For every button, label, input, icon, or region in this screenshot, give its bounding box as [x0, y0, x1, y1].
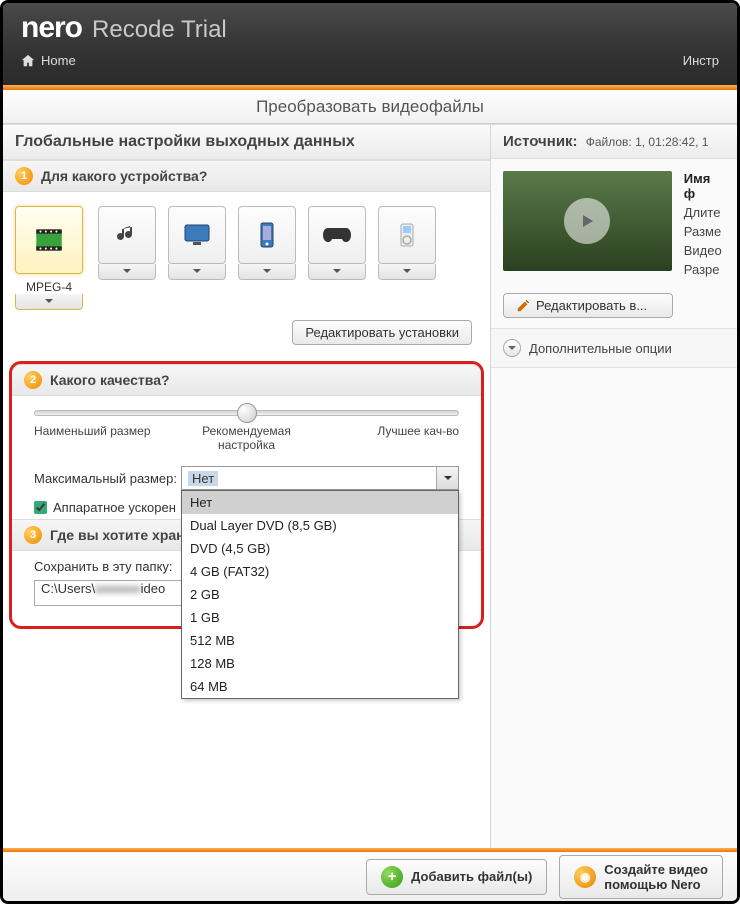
- device-audio[interactable]: [99, 206, 155, 310]
- play-button[interactable]: [564, 198, 610, 244]
- hw-accel-label: Аппаратное ускорен: [53, 500, 176, 515]
- step2-badge: 2: [24, 371, 42, 389]
- edit-video-button[interactable]: Редактировать в...: [503, 293, 673, 318]
- source-meta: Файлов: 1, 01:28:42, 1: [586, 135, 709, 149]
- chevron-down-icon: [193, 269, 201, 274]
- slider-min-label: Наименьший размер: [34, 424, 174, 452]
- chevron-down-icon: [508, 346, 516, 351]
- device-audio-dropdown[interactable]: [98, 264, 156, 280]
- device-tv[interactable]: [169, 206, 225, 310]
- path-redacted: xxxxxxx: [95, 581, 141, 596]
- pencil-icon: [516, 299, 530, 313]
- gamepad-icon[interactable]: [308, 206, 366, 264]
- slider-mid-label: Рекомендуемая настройка: [176, 424, 316, 452]
- video-metadata: Имя ф Длите Разме Видео Разре: [684, 171, 725, 281]
- chevron-down-icon: [263, 269, 271, 274]
- slider-max-label: Лучшее кач-во: [319, 424, 459, 452]
- chevron-down-icon: [444, 476, 452, 481]
- chevron-down-icon: [45, 299, 53, 304]
- phone-icon[interactable]: [238, 206, 296, 264]
- path-suffix: ideo: [141, 581, 166, 596]
- step1-header: 1 Для какого устройства?: [3, 160, 490, 192]
- mp3-player-icon[interactable]: [378, 206, 436, 264]
- music-icon[interactable]: [98, 206, 156, 264]
- step2-header: 2 Какого качества?: [12, 364, 481, 396]
- hw-accel-checkbox[interactable]: [34, 501, 47, 514]
- dropdown-option[interactable]: DVD (4,5 GB): [182, 537, 458, 560]
- device-gamepad[interactable]: [309, 206, 365, 310]
- advanced-options-label: Дополнительные опции: [529, 341, 672, 356]
- device-mp3player[interactable]: [379, 206, 435, 310]
- device-mpeg4[interactable]: MPEG-4: [21, 206, 77, 310]
- step3-badge: 3: [24, 526, 42, 544]
- play-icon: [578, 212, 596, 230]
- video-file-icon[interactable]: [15, 206, 83, 274]
- titlebar: nero Recode Trial Home Инстр: [3, 3, 737, 85]
- step3-title: Где вы хотите хран: [50, 527, 185, 543]
- path-prefix: C:\Users\: [41, 581, 95, 596]
- dropdown-option[interactable]: Dual Layer DVD (8,5 GB): [182, 514, 458, 537]
- create-disc-button[interactable]: ◉ Создайте видео помощью Nero: [559, 855, 723, 899]
- footer-accent: [3, 848, 737, 852]
- device-mp3player-dropdown[interactable]: [378, 264, 436, 280]
- quality-section-highlight: 2 Какого качества? Наименьший размер Рек…: [9, 361, 484, 629]
- page-title: Преобразовать видеофайлы: [3, 90, 737, 124]
- quality-slider-thumb[interactable]: [237, 403, 257, 423]
- disc-icon: ◉: [574, 866, 596, 888]
- meta-video: Видео: [684, 243, 725, 258]
- device-mpeg4-label: MPEG-4: [26, 280, 72, 294]
- max-size-value: Нет: [188, 471, 218, 486]
- max-size-dropdown[interactable]: Нет Dual Layer DVD (8,5 GB) DVD (4,5 GB)…: [181, 490, 459, 699]
- home-button[interactable]: Home: [21, 53, 76, 68]
- source-label: Источник:: [503, 133, 578, 150]
- device-mpeg4-dropdown[interactable]: [15, 294, 83, 310]
- footer-toolbar: + Добавить файл(ы) ◉ Создайте видео помо…: [3, 851, 737, 901]
- global-settings-title: Глобальные настройки выходных данных: [3, 124, 490, 160]
- advanced-options-toggle[interactable]: Дополнительные опции: [491, 328, 737, 368]
- meta-name: Имя ф: [684, 171, 725, 201]
- dropdown-option[interactable]: 512 MB: [182, 629, 458, 652]
- chevron-down-icon: [123, 269, 131, 274]
- meta-res: Разре: [684, 262, 725, 277]
- add-files-button[interactable]: + Добавить файл(ы): [366, 859, 547, 895]
- add-files-label: Добавить файл(ы): [411, 869, 532, 884]
- device-phone[interactable]: [239, 206, 295, 310]
- select-arrow[interactable]: [436, 467, 458, 489]
- brand-logo: nero: [21, 11, 82, 45]
- meta-duration: Длите: [684, 205, 725, 220]
- edit-presets-button[interactable]: Редактировать установки: [292, 320, 472, 345]
- meta-size: Разме: [684, 224, 725, 239]
- create-disc-label: Создайте видео помощью Nero: [604, 862, 708, 892]
- product-name: Recode Trial: [92, 16, 227, 44]
- step1-badge: 1: [15, 167, 33, 185]
- dropdown-option[interactable]: 128 MB: [182, 652, 458, 675]
- device-phone-dropdown[interactable]: [238, 264, 296, 280]
- dropdown-option[interactable]: 64 MB: [182, 675, 458, 698]
- dropdown-option[interactable]: Нет: [182, 491, 458, 514]
- device-gamepad-dropdown[interactable]: [308, 264, 366, 280]
- chevron-down-icon: [333, 269, 341, 274]
- step2-title: Какого качества?: [50, 372, 170, 388]
- max-size-select[interactable]: Нет Нет Dual Layer DVD (8,5 GB) DVD (4,5…: [181, 466, 459, 490]
- max-size-label: Максимальный размер:: [34, 471, 177, 486]
- home-label: Home: [41, 53, 76, 68]
- dropdown-option[interactable]: 4 GB (FAT32): [182, 560, 458, 583]
- tv-icon[interactable]: [168, 206, 226, 264]
- plus-icon: +: [381, 866, 403, 888]
- video-thumbnail[interactable]: [503, 171, 672, 271]
- slider-labels: Наименьший размер Рекомендуемая настройк…: [34, 424, 459, 452]
- tools-menu[interactable]: Инстр: [683, 53, 719, 68]
- quality-slider[interactable]: [34, 410, 459, 416]
- device-tv-dropdown[interactable]: [168, 264, 226, 280]
- dropdown-option[interactable]: 1 GB: [182, 606, 458, 629]
- source-header: Источник: Файлов: 1, 01:28:42, 1: [491, 124, 737, 159]
- device-grid: MPEG-4: [3, 192, 490, 320]
- chevron-down-icon: [403, 269, 411, 274]
- home-icon: [21, 54, 35, 68]
- dropdown-option[interactable]: 2 GB: [182, 583, 458, 606]
- edit-video-label: Редактировать в...: [536, 298, 647, 313]
- expand-icon: [503, 339, 521, 357]
- step1-title: Для какого устройства?: [41, 168, 207, 184]
